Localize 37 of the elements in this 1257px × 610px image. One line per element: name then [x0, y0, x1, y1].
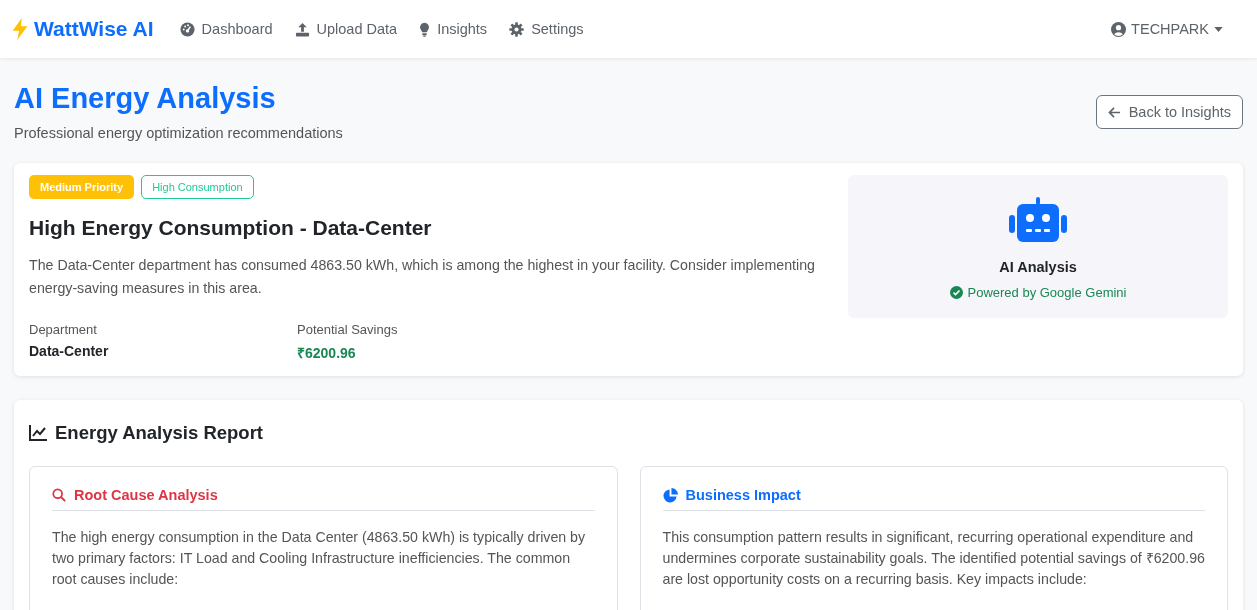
- field-value: ₹6200.96: [297, 344, 357, 362]
- ai-panel-title: AI Analysis: [999, 259, 1077, 275]
- field-label: Department: [29, 322, 98, 337]
- lightbulb-icon: [419, 21, 431, 37]
- lightning-bolt-icon: [12, 18, 28, 40]
- ai-status-text: Powered by Google Gemini: [967, 285, 1127, 300]
- back-button[interactable]: Back to Insights: [1095, 95, 1243, 129]
- field-value: Data-Center: [29, 343, 110, 359]
- nav-link[interactable]: Upload Data: [294, 21, 398, 37]
- field-label: Potential Savings: [297, 322, 399, 337]
- line-chart-icon: [29, 425, 47, 441]
- upload-icon: [294, 21, 310, 37]
- section-text: The high energy consumption in the Data Center (4863.50 kWh) is typically driven by two primary factors: IT Load and Cooling Infrastructure inefficiencies. The common root causes include:: [52, 528, 587, 589]
- section-title: Business Impact: [685, 487, 801, 503]
- nav-link[interactable]: Insights: [419, 21, 488, 37]
- insight-title: High Energy Consumption - Data-Center: [29, 216, 433, 240]
- tag-badge: Medium Priority: [29, 175, 135, 199]
- nav-link[interactable]: Dashboard: [179, 21, 273, 37]
- brand-link[interactable]: WattWise AI: [12, 17, 154, 41]
- caret-icon: [1214, 26, 1223, 32]
- page-title: AI Energy Analysis: [14, 82, 277, 115]
- check-circle-icon: [949, 286, 963, 299]
- insight-description: The Data-Center department has consumed 4863.50 kWh, which is among the highest in your facility. Consider implementing energy-saving measures in this area.: [29, 256, 816, 298]
- report-title: Energy Analysis Report: [55, 422, 264, 444]
- user-icon: [1111, 21, 1127, 37]
- robot-icon: [1009, 197, 1067, 243]
- section-title: Root Cause Analysis: [74, 487, 218, 503]
- page-subtitle: Professional energy optimization recommendations: [14, 125, 343, 141]
- section-text: This consumption pattern results in significant, recurring operational expenditure and undermines corporate sustainability goals. The identified potential savings of ₹6200.96 are lost opportunity costs on a recurring basis. Key impacts include:: [662, 528, 1205, 589]
- search-icon: [52, 488, 66, 502]
- tag-badge: High Consumption: [141, 175, 254, 199]
- nav-link[interactable]: Settings: [509, 21, 584, 37]
- user-menu[interactable]: TECHPARK: [1111, 21, 1223, 37]
- pie-chart-icon: [662, 487, 678, 503]
- settings-icon: [509, 21, 525, 37]
- arrow-left-icon: [1107, 106, 1121, 118]
- gauge-icon: [179, 21, 195, 37]
